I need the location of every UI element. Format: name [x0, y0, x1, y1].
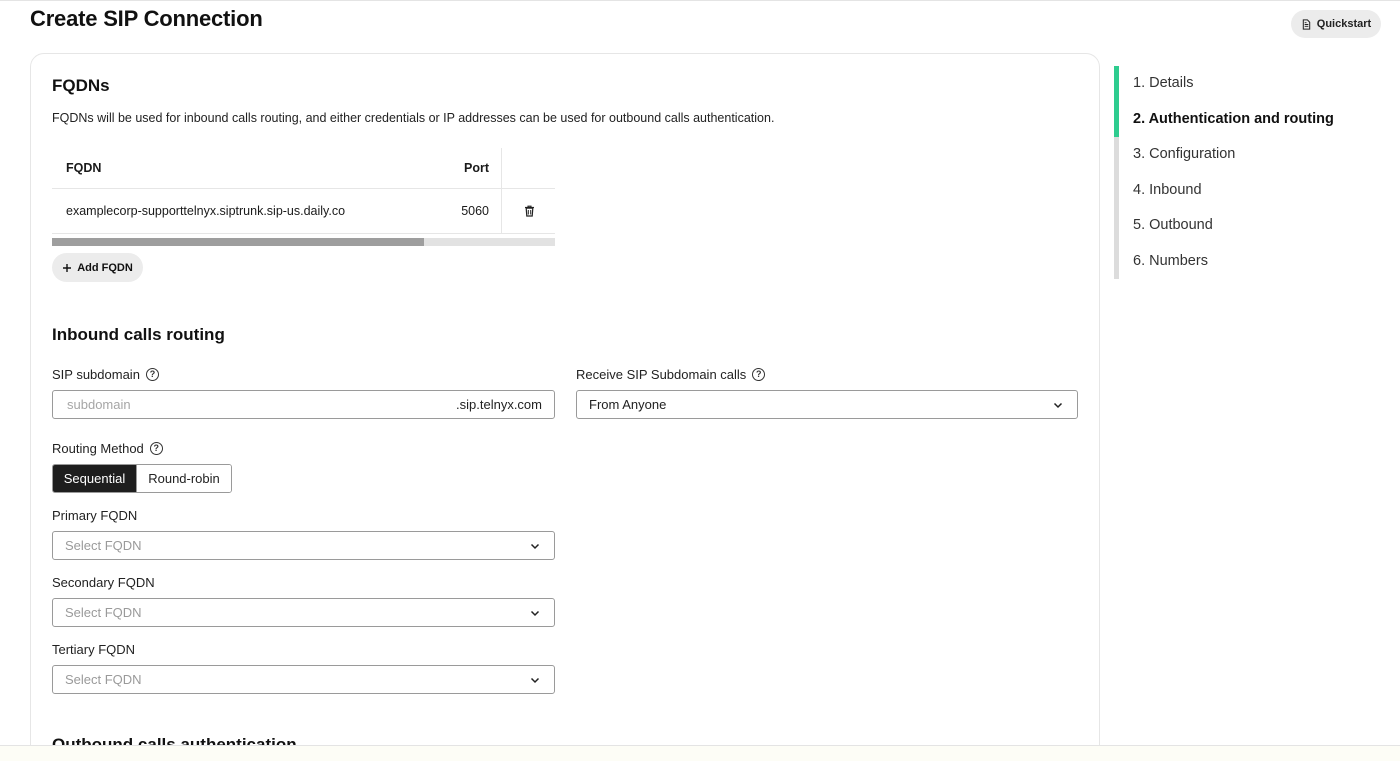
step-numbers[interactable]: 6. Numbers — [1133, 253, 1208, 269]
step-authentication-and-routing[interactable]: 2. Authentication and routing — [1133, 111, 1334, 127]
primary-fqdn-label: Primary FQDN — [52, 508, 138, 523]
column-header-port: Port — [464, 161, 489, 175]
table-horizontal-scrollbar[interactable] — [52, 238, 555, 246]
sip-subdomain-label-text: SIP subdomain — [52, 367, 140, 382]
help-icon[interactable]: ? — [145, 368, 159, 381]
secondary-fqdn-label: Secondary FQDN — [52, 575, 155, 590]
sip-subdomain-suffix: .sip.telnyx.com — [456, 397, 542, 412]
step-configuration[interactable]: 3. Configuration — [1133, 146, 1235, 162]
sip-subdomain-field: .sip.telnyx.com — [52, 390, 555, 419]
tertiary-fqdn-label: Tertiary FQDN — [52, 642, 136, 657]
routing-method-label-text: Routing Method — [52, 441, 144, 456]
quickstart-label: Quickstart — [1316, 18, 1372, 30]
chevron-down-icon — [530, 677, 540, 683]
steps-active-indicator — [1114, 66, 1119, 137]
routing-method-label: Routing Method ? — [52, 441, 163, 456]
step-details[interactable]: 1. Details — [1133, 75, 1193, 91]
chevron-down-icon — [1053, 402, 1063, 408]
routing-option-sequential[interactable]: Sequential — [53, 465, 136, 492]
primary-fqdn-placeholder: Select FQDN — [65, 538, 142, 553]
sip-subdomain-label: SIP subdomain ? — [52, 367, 159, 382]
fqdn-cell: examplecorp-supporttelnyx.siptrunk.sip-u… — [66, 204, 346, 218]
column-divider — [501, 189, 502, 233]
chevron-down-icon — [530, 610, 540, 616]
quickstart-button[interactable]: Quickstart — [1291, 10, 1381, 38]
routing-option-round-robin[interactable]: Round-robin — [136, 465, 231, 492]
add-fqdn-button[interactable]: Add FQDN — [52, 253, 143, 282]
primary-fqdn-select[interactable]: Select FQDN — [52, 531, 555, 560]
inbound-title: Inbound calls routing — [52, 325, 225, 344]
port-cell: 5060 — [461, 204, 489, 218]
receive-calls-select[interactable]: From Anyone — [576, 390, 1078, 419]
table-row: examplecorp-supporttelnyx.siptrunk.sip-u… — [52, 189, 555, 234]
receive-calls-label-text: Receive SIP Subdomain calls — [576, 367, 747, 382]
tertiary-fqdn-placeholder: Select FQDN — [65, 672, 142, 687]
step-inbound[interactable]: 4. Inbound — [1133, 182, 1202, 198]
receive-calls-label: Receive SIP Subdomain calls ? — [576, 367, 766, 382]
secondary-fqdn-select[interactable]: Select FQDN — [52, 598, 555, 627]
scrollbar-thumb[interactable] — [52, 238, 425, 246]
receive-calls-value: From Anyone — [589, 397, 667, 412]
outbound-title: Outbound calls authentication — [52, 735, 297, 746]
step-outbound[interactable]: 5. Outbound — [1133, 217, 1213, 233]
chevron-down-icon — [530, 543, 540, 549]
fqdns-title: FQDNs — [52, 76, 110, 95]
trash-icon[interactable] — [522, 203, 536, 219]
table-header: FQDN Port — [52, 148, 555, 189]
secondary-fqdn-placeholder: Select FQDN — [65, 605, 142, 620]
routing-method-toggle: Sequential Round-robin — [52, 464, 232, 493]
sip-subdomain-input[interactable] — [53, 391, 457, 418]
column-divider — [501, 148, 502, 188]
fqdn-table: FQDN Port examplecorp-supporttelnyx.sipt… — [52, 148, 555, 234]
page-frame: Create SIP Connection Quickstart FQDNs F… — [0, 0, 1400, 746]
plus-icon — [63, 263, 72, 272]
fqdns-description: FQDNs will be used for inbound calls rou… — [52, 111, 775, 125]
help-icon[interactable]: ? — [752, 368, 766, 381]
tertiary-fqdn-select[interactable]: Select FQDN — [52, 665, 555, 694]
add-fqdn-label: Add FQDN — [77, 261, 133, 274]
document-icon — [1302, 18, 1310, 30]
column-header-fqdn: FQDN — [66, 161, 102, 175]
help-icon[interactable]: ? — [149, 442, 163, 455]
page-title: Create SIP Connection — [30, 6, 263, 31]
